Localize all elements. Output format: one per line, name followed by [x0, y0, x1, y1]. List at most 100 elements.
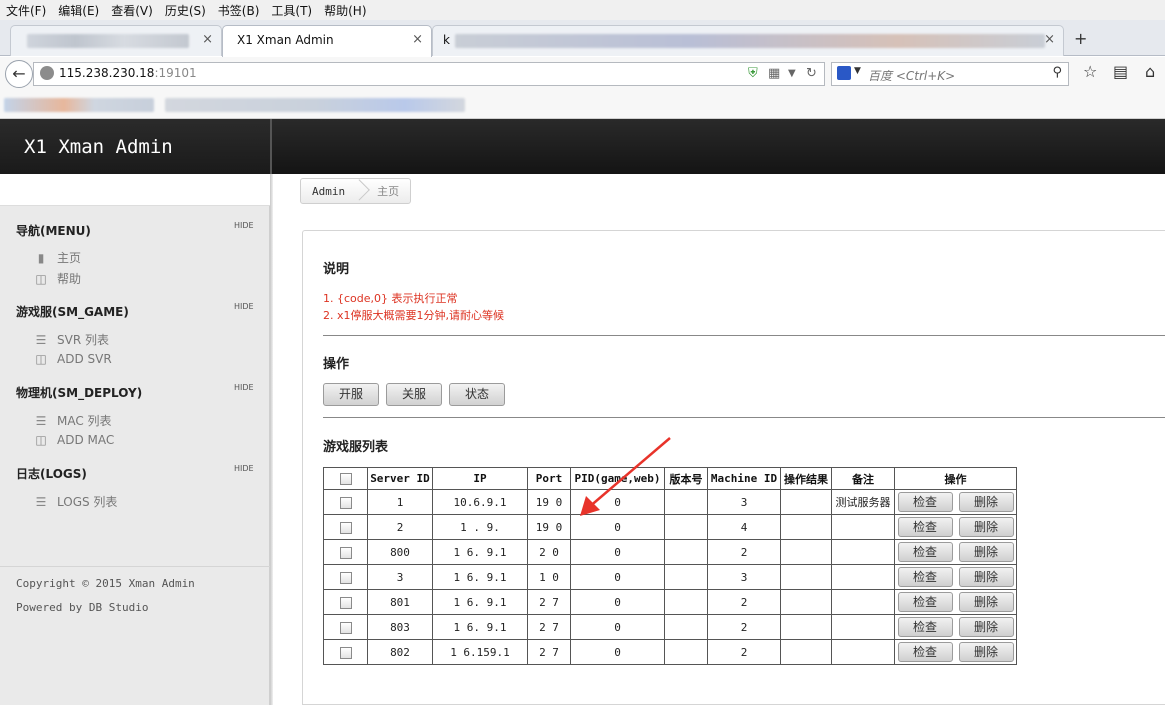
close-icon[interactable]: × [1044, 32, 1055, 47]
remark-cell: 测试服务器 [831, 489, 895, 515]
start-server-button[interactable]: 开服 [323, 383, 379, 406]
engine-dropdown-icon[interactable]: ▼ [854, 66, 861, 76]
menu-file[interactable]: 文件(F) [0, 2, 52, 19]
menu-edit[interactable]: 编辑(E) [52, 2, 105, 19]
hide-toggle[interactable]: HIDE [234, 464, 254, 473]
sidebar-item-add-mac[interactable]: ◫ ADD MAC [34, 433, 114, 447]
nav-bar: ← 115.238.230.18:19101 ⛨ ▦ ▼ ↻ ▼ 百度 <Ctr… [0, 57, 1165, 91]
tab-blurred-1[interactable]: × [10, 25, 222, 56]
menu-help[interactable]: 帮助(H) [318, 2, 372, 19]
hide-toggle[interactable]: HIDE [234, 383, 254, 392]
version-cell [664, 564, 708, 590]
row-checkbox[interactable] [339, 546, 352, 559]
port-cell: 19 0 [527, 514, 571, 540]
annotation-arrow-icon [580, 437, 671, 516]
delete-button[interactable]: 删除 [958, 567, 1014, 587]
divider [323, 335, 1165, 336]
table-row: 800 1 6. 9.1 2 0 0 2 检查 删除 [323, 539, 1017, 565]
menu-bookmarks[interactable]: 书签(B) [212, 2, 266, 19]
brand-title[interactable]: X1 Xman Admin [24, 136, 173, 158]
section-title-menu: 导航(MENU) [16, 224, 91, 238]
row-checkbox[interactable] [339, 496, 352, 509]
remark-cell [831, 639, 895, 665]
tab-title: X1 Xman Admin [237, 33, 334, 47]
bookmark-star-icon[interactable]: ☆ [1083, 62, 1097, 81]
pid-cell: 0 [570, 614, 665, 640]
row-checkbox[interactable] [339, 646, 352, 659]
check-button[interactable]: 检查 [897, 492, 953, 512]
address-bar[interactable]: 115.238.230.18:19101 ⛨ ▦ ▼ ↻ [33, 62, 825, 86]
sidebar-item-home[interactable]: ▮ 主页 [34, 249, 81, 266]
shield-icon[interactable]: ⛨ [748, 66, 758, 81]
sidebar-item-svr-list[interactable]: ☰ SVR 列表 [34, 331, 109, 348]
delete-button[interactable]: 删除 [958, 517, 1014, 537]
tab-strip: × X1 Xman Admin × k × + [0, 20, 1165, 57]
close-icon[interactable]: × [412, 32, 423, 47]
sidebar-divider [0, 566, 270, 567]
delete-button[interactable]: 删除 [958, 592, 1014, 612]
delete-button[interactable]: 删除 [958, 492, 1014, 512]
breadcrumb-admin[interactable]: Admin [301, 185, 356, 198]
hide-toggle[interactable]: HIDE [234, 221, 254, 230]
row-checkbox[interactable] [339, 596, 352, 609]
close-icon[interactable]: × [202, 32, 213, 47]
result-cell [780, 539, 832, 565]
sidebar-item-mac-list[interactable]: ☰ MAC 列表 [34, 412, 112, 429]
check-button[interactable]: 检查 [897, 517, 953, 537]
sidebar-item-add-svr[interactable]: ◫ ADD SVR [34, 352, 111, 366]
remark-cell [831, 514, 895, 540]
status-button[interactable]: 状态 [449, 383, 505, 406]
pid-cell: 0 [570, 539, 665, 565]
reload-icon[interactable]: ↻ [806, 66, 817, 81]
remark-cell [831, 614, 895, 640]
table-row: 803 1 6. 9.1 2 7 0 2 检查 删除 [323, 614, 1017, 640]
search-icon[interactable]: ⚲ [1052, 65, 1062, 80]
result-cell [780, 564, 832, 590]
stop-server-button[interactable]: 关服 [386, 383, 442, 406]
home-icon[interactable]: ⌂ [1145, 62, 1155, 81]
tab-xman-admin[interactable]: X1 Xman Admin × [222, 25, 432, 57]
check-button[interactable]: 检查 [897, 592, 953, 612]
delete-button[interactable]: 删除 [958, 642, 1014, 662]
sidebar-item-logs-list[interactable]: ☰ LOGS 列表 [34, 493, 118, 510]
baidu-engine-icon[interactable] [837, 66, 851, 80]
server-id-cell: 803 [367, 614, 433, 640]
check-button[interactable]: 检查 [897, 542, 953, 562]
back-button[interactable]: ← [5, 60, 33, 88]
sidebar-item-help[interactable]: ◫ 帮助 [34, 270, 81, 287]
search-bar[interactable]: ▼ 百度 <Ctrl+K> ⚲ [831, 62, 1069, 86]
row-checkbox[interactable] [339, 521, 352, 534]
tab-blurred-2[interactable]: k × [432, 25, 1064, 56]
delete-button[interactable]: 删除 [958, 542, 1014, 562]
actions-cell: 检查 删除 [894, 639, 1017, 665]
server-id-cell: 800 [367, 539, 433, 565]
sidebar-top-strip [0, 174, 270, 206]
menu-history[interactable]: 历史(S) [159, 2, 212, 19]
qrcode-icon[interactable]: ▦ [768, 66, 780, 81]
result-cell [780, 639, 832, 665]
row-select-cell [323, 539, 368, 565]
hide-toggle[interactable]: HIDE [234, 302, 254, 311]
breadcrumb-home: 主页 [377, 185, 400, 198]
reading-list-icon[interactable]: ▤ [1113, 62, 1128, 81]
result-cell [780, 614, 832, 640]
table-row: 3 1 6. 9.1 1 0 0 3 检查 删除 [323, 564, 1017, 590]
check-button[interactable]: 检查 [897, 642, 953, 662]
ip-cell: 1 6. 9.1 [432, 539, 528, 565]
delete-button[interactable]: 删除 [958, 617, 1014, 637]
result-cell [780, 489, 832, 515]
new-tab-button[interactable]: + [1074, 29, 1087, 48]
copyright-text: Copyright © 2015 Xman Admin [16, 577, 195, 590]
menu-view[interactable]: 查看(V) [105, 2, 159, 19]
check-button[interactable]: 检查 [897, 617, 953, 637]
remark-cell [831, 564, 895, 590]
row-checkbox[interactable] [339, 621, 352, 634]
back-arrow-icon: ← [12, 64, 26, 83]
row-checkbox[interactable] [339, 571, 352, 584]
actions-cell: 检查 删除 [894, 539, 1017, 565]
dropdown-icon[interactable]: ▼ [788, 68, 796, 79]
select-all-checkbox[interactable] [339, 473, 352, 485]
note-line-2: 2. x1停服大概需要1分钟,请耐心等候 [323, 309, 504, 322]
menu-tools[interactable]: 工具(T) [265, 2, 318, 19]
check-button[interactable]: 检查 [897, 567, 953, 587]
